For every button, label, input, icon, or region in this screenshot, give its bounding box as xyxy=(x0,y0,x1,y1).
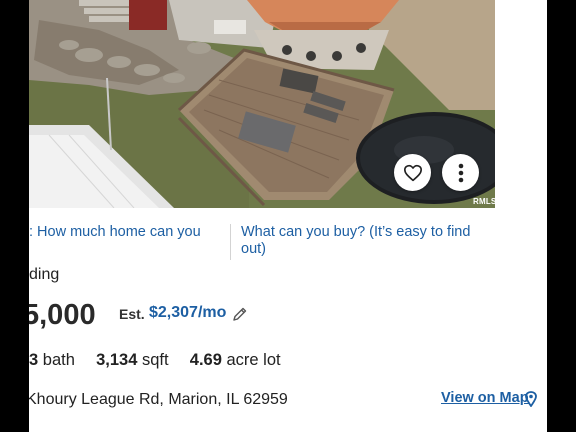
lot-value: 4.69 xyxy=(189,351,222,369)
view-on-map-link[interactable]: View on Map xyxy=(441,390,529,406)
map-pin-icon xyxy=(525,391,537,408)
bath-count: 3 xyxy=(29,351,39,369)
more-options-button[interactable] xyxy=(442,154,479,191)
listing-status: ding xyxy=(29,266,60,283)
edit-payment-button[interactable] xyxy=(232,306,248,327)
listing-address: Khoury League Rd, Marion, IL 62959 xyxy=(29,391,288,408)
listing-price: 5,000 xyxy=(29,299,96,331)
lot-label: acre lot xyxy=(226,351,281,369)
favorite-button[interactable] xyxy=(394,154,431,191)
home-affordability-link[interactable]: : How much home can you xyxy=(29,224,201,240)
photo-gutter xyxy=(495,0,547,208)
monthly-payment-link[interactable]: $2,307/mo xyxy=(149,304,226,322)
pencil-icon xyxy=(233,307,247,321)
est-label: Est. xyxy=(119,306,145,322)
property-facts: 3 bath 3,134 sqft 4.69 acre lot xyxy=(29,351,281,370)
listing-page: RMLS : How much home can you What can yo… xyxy=(29,0,547,432)
photo-watermark: RMLS xyxy=(473,197,495,206)
sqft-value: 3,134 xyxy=(96,351,138,369)
view-on-map-pin[interactable] xyxy=(525,391,537,412)
vertical-dots-icon xyxy=(458,163,463,182)
sqft-label: sqft xyxy=(141,351,169,369)
link-divider xyxy=(230,224,231,260)
heart-outline-icon xyxy=(403,164,422,181)
affordability-links: : How much home can you What can you buy… xyxy=(29,222,547,262)
what-can-you-buy-link[interactable]: What can you buy? (It’s easy to find out… xyxy=(241,224,481,258)
bath-label: bath xyxy=(42,351,75,369)
